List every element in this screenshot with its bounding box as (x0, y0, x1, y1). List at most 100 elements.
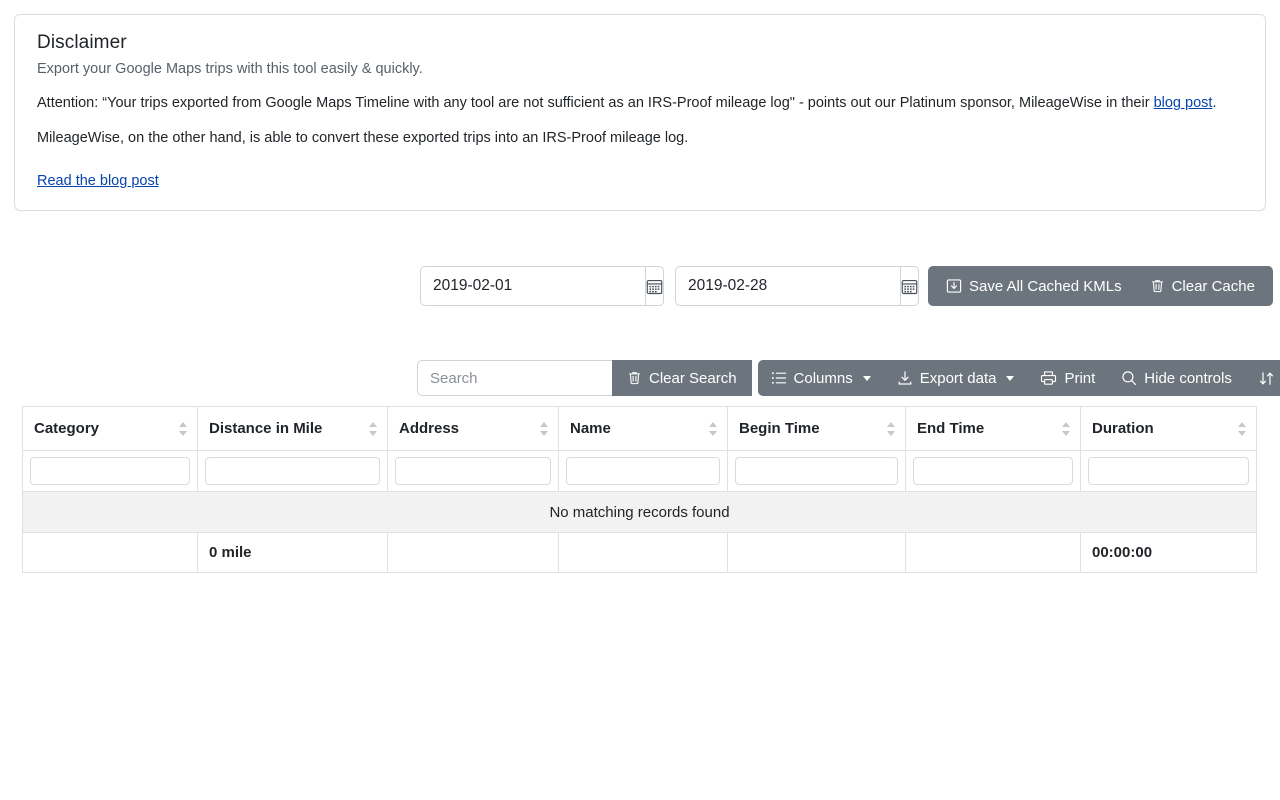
trash-icon (1150, 278, 1165, 294)
start-date-field (420, 266, 654, 306)
trips-table: Category Distance in Mile Address Name B… (22, 406, 1257, 573)
download-icon (897, 370, 913, 386)
clear-search-button[interactable]: Clear Search (612, 360, 752, 396)
page-title: Disclaimer (37, 31, 1243, 55)
column-header-label: Duration (1092, 420, 1154, 437)
attention-text-before: Attention: “Your trips exported from Goo… (37, 95, 1154, 111)
disclaimer-card: Disclaimer Export your Google Maps trips… (14, 14, 1266, 211)
filter-cell-address (388, 451, 559, 492)
chevron-down-icon (1006, 376, 1014, 381)
footer-cell-address (388, 533, 559, 573)
filter-cell-duration (1081, 451, 1257, 492)
clear-search-label: Clear Search (649, 370, 737, 387)
sort-toggle-button[interactable] (1245, 360, 1280, 396)
chevron-down-icon (863, 376, 871, 381)
save-all-cached-kmls-button[interactable]: Save All Cached KMLs (928, 266, 1136, 306)
toolbar-button-group: Columns Export data Pr (758, 360, 1280, 396)
end-date-field (675, 266, 909, 306)
filter-input-name[interactable] (566, 457, 720, 485)
hide-controls-label: Hide controls (1144, 370, 1232, 387)
save-all-cached-kmls-label: Save All Cached KMLs (969, 278, 1122, 295)
footer-cell-distance-total: 0 mile (198, 533, 388, 573)
calendar-icon (646, 278, 663, 295)
table-footer-row: 0 mile 00:00:00 (23, 533, 1257, 573)
hide-controls-button[interactable]: Hide controls (1108, 360, 1245, 396)
column-header-end-time[interactable]: End Time (906, 407, 1081, 451)
no-records-message: No matching records found (23, 492, 1257, 533)
footer-cell-category (23, 533, 198, 573)
printer-icon (1040, 370, 1057, 386)
footer-cell-duration-total: 00:00:00 (1081, 533, 1257, 573)
disclaimer-attention: Attention: “Your trips exported from Goo… (37, 93, 1243, 114)
filter-input-begin-time[interactable] (735, 457, 898, 485)
table-header: Category Distance in Mile Address Name B… (23, 407, 1257, 492)
table-header-row: Category Distance in Mile Address Name B… (23, 407, 1257, 451)
column-header-name[interactable]: Name (559, 407, 728, 451)
sort-icon[interactable] (709, 421, 718, 437)
filter-cell-begin-time (728, 451, 906, 492)
print-label: Print (1064, 370, 1095, 387)
search-minus-icon (1121, 370, 1137, 386)
blog-post-inline-link[interactable]: blog post (1154, 95, 1213, 111)
footer-cell-begin-time (728, 533, 906, 573)
attention-text-after: . (1212, 95, 1216, 111)
disclaimer-read-more: Read the blog post (37, 171, 1243, 192)
sort-icon[interactable] (179, 421, 188, 437)
clear-cache-button[interactable]: Clear Cache (1136, 266, 1273, 306)
filter-input-distance-in-mile[interactable] (205, 457, 380, 485)
disclaimer-subtitle: Export your Google Maps trips with this … (37, 59, 1243, 79)
list-icon (771, 371, 787, 385)
column-header-begin-time[interactable]: Begin Time (728, 407, 906, 451)
column-header-label: End Time (917, 420, 984, 437)
table-footer: 0 mile 00:00:00 (23, 533, 1257, 573)
footer-cell-name (559, 533, 728, 573)
filter-cell-category (23, 451, 198, 492)
cache-button-group: Save All Cached KMLs Clear Cache (928, 266, 1273, 306)
save-download-icon (946, 278, 962, 294)
filter-cell-end-time (906, 451, 1081, 492)
start-date-input[interactable] (420, 266, 645, 306)
column-header-label: Category (34, 420, 99, 437)
column-header-distance-in-mile[interactable]: Distance in Mile (198, 407, 388, 451)
calendar-icon (901, 278, 918, 295)
filter-cell-distance-in-mile (198, 451, 388, 492)
footer-cell-end-time (906, 533, 1081, 573)
columns-dropdown-button[interactable]: Columns (758, 360, 884, 396)
search-input[interactable] (417, 360, 612, 396)
clear-cache-label: Clear Cache (1172, 278, 1255, 295)
end-date-input[interactable] (675, 266, 900, 306)
table-body: No matching records found (23, 492, 1257, 533)
disclaimer-paragraph-2: MileageWise, on the other hand, is able … (37, 128, 1243, 149)
column-header-address[interactable]: Address (388, 407, 559, 451)
column-header-duration[interactable]: Duration (1081, 407, 1257, 451)
trash-icon (627, 370, 642, 386)
table-toolbar: Clear Search Columns (417, 360, 1280, 396)
columns-label: Columns (794, 370, 853, 387)
filter-input-duration[interactable] (1088, 457, 1249, 485)
table-empty-row: No matching records found (23, 492, 1257, 533)
column-header-label: Name (570, 420, 611, 437)
export-data-label: Export data (920, 370, 997, 387)
trips-table-container: Category Distance in Mile Address Name B… (22, 406, 1256, 573)
column-filter-row (23, 451, 1257, 492)
sort-icon[interactable] (369, 421, 378, 437)
end-date-calendar-button[interactable] (900, 266, 919, 306)
sort-icon[interactable] (1062, 421, 1071, 437)
sort-icon[interactable] (887, 421, 896, 437)
sort-icon[interactable] (1238, 421, 1247, 437)
filter-input-category[interactable] (30, 457, 190, 485)
print-button[interactable]: Print (1027, 360, 1108, 396)
filter-cell-name (559, 451, 728, 492)
column-header-label: Address (399, 420, 459, 437)
filter-input-address[interactable] (395, 457, 551, 485)
column-header-label: Distance in Mile (209, 420, 322, 437)
read-the-blog-post-link[interactable]: Read the blog post (37, 173, 159, 189)
export-data-dropdown-button[interactable]: Export data (884, 360, 1028, 396)
column-header-label: Begin Time (739, 420, 820, 437)
start-date-calendar-button[interactable] (645, 266, 664, 306)
sort-icon[interactable] (540, 421, 549, 437)
toolbar-spacer (752, 360, 758, 396)
filter-input-end-time[interactable] (913, 457, 1073, 485)
column-header-category[interactable]: Category (23, 407, 198, 451)
arrows-down-up-icon (1258, 370, 1275, 387)
